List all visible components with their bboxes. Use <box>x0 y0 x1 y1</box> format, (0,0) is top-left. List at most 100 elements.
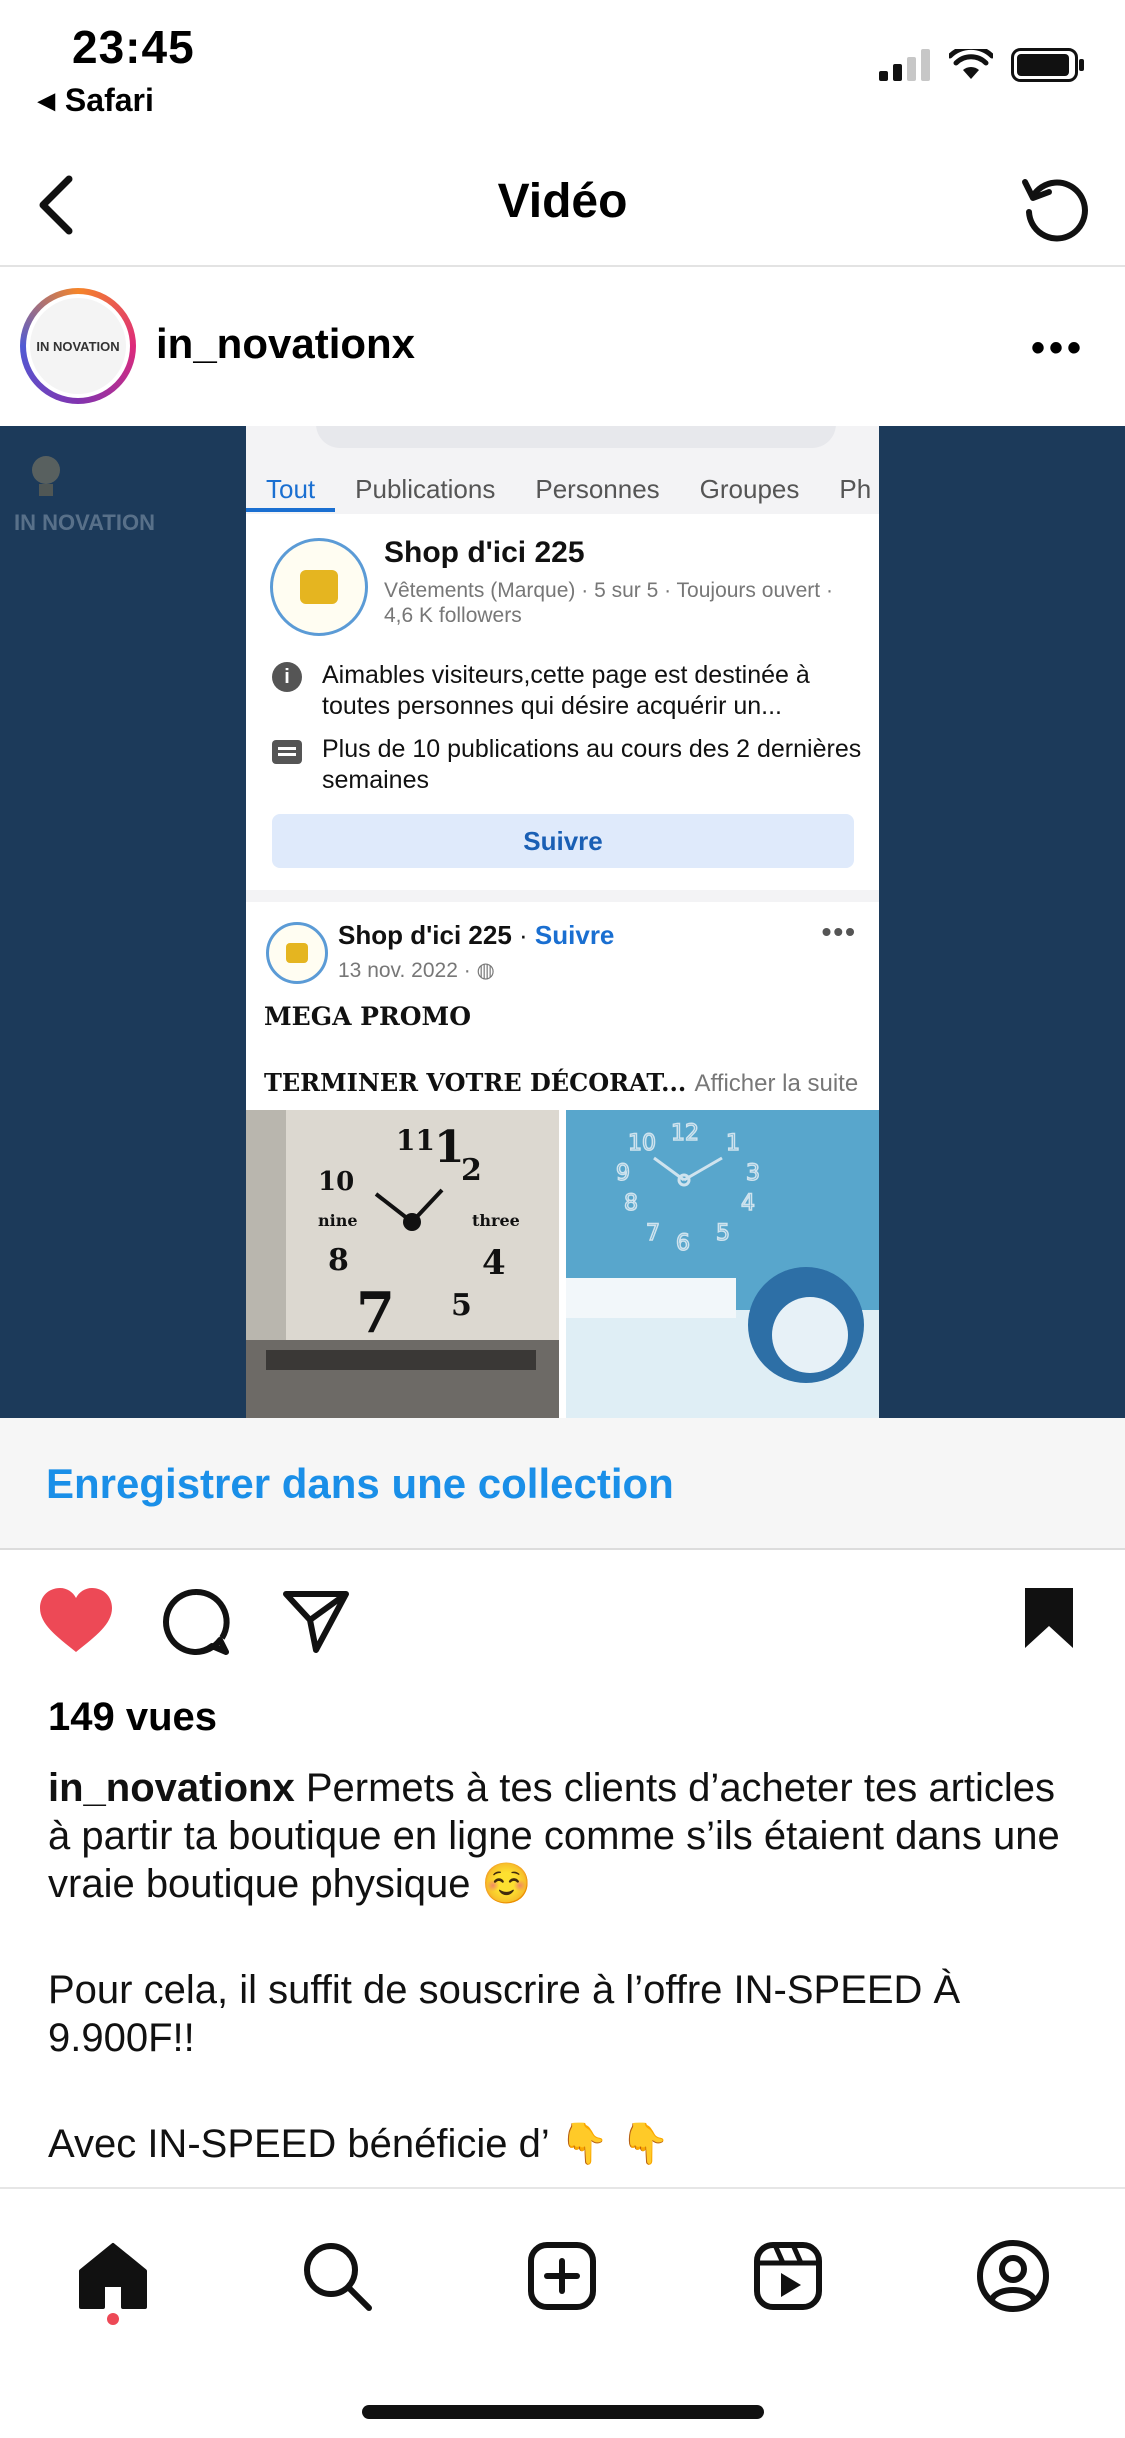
home-indicator <box>362 2405 764 2419</box>
fb-tab-tout: Tout <box>246 454 336 512</box>
fb-info-row-about: i Aimables visiteurs,cette page est dest… <box>272 660 862 722</box>
svg-text:10: 10 <box>318 1167 354 1197</box>
fb-post: Shop d'ici 225 · Suivre 13 nov. 2022 · ◍… <box>246 902 879 1418</box>
svg-text:4: 4 <box>741 1191 755 1216</box>
shopping-bag-icon <box>286 943 308 963</box>
wall-clock-photo-blue: 12 3 6 9 1 4 5 7 8 10 <box>566 1110 879 1418</box>
share-button[interactable] <box>280 1586 352 1663</box>
svg-text:12: 12 <box>671 1121 699 1146</box>
tab-profile[interactable] <box>968 2231 1058 2321</box>
wall-clock-photo-beige: 11 1 2 10 nine three 8 4 7 5 <box>246 1110 559 1418</box>
fb-post-line: TERMINER VOTRE DÉCORAT... <box>264 1068 687 1097</box>
fb-post-follow: Suivre <box>534 920 615 950</box>
svg-text:three: three <box>472 1211 520 1230</box>
view-count: 149 vues <box>48 1695 218 1739</box>
tab-create[interactable] <box>517 2231 607 2321</box>
bookmark-icon <box>1025 1588 1073 1648</box>
tab-search[interactable] <box>292 2231 382 2321</box>
notification-dot <box>107 2313 119 2325</box>
shopping-bag-icon <box>300 570 338 604</box>
save-to-collection-link[interactable]: Enregistrer dans une collection <box>46 1460 674 1508</box>
post-header: IN NOVATION in_novationx ••• <box>0 268 1125 426</box>
comment-icon <box>163 1588 230 1655</box>
save-collection-bar: Enregistrer dans une collection <box>0 1418 1125 1550</box>
home-icon <box>79 2243 147 2309</box>
svg-text:5: 5 <box>716 1221 730 1246</box>
post-username[interactable]: in_novationx <box>156 320 415 368</box>
fb-post-date-line: 13 nov. 2022 · ◍ <box>338 958 495 983</box>
fb-info-row-posts: Plus de 10 publications au cours des 2 d… <box>272 734 862 796</box>
battery-icon <box>1011 48 1084 82</box>
svg-text:7: 7 <box>356 1280 395 1346</box>
svg-text:nine: nine <box>318 1211 358 1230</box>
back-to-safari[interactable]: ◀ Safari <box>38 82 154 119</box>
page-title: Vidéo <box>497 175 628 228</box>
fb-follow-button: Suivre <box>272 814 854 868</box>
search-icon <box>304 2243 372 2311</box>
shop-logo <box>270 538 368 636</box>
svg-text:6: 6 <box>676 1231 690 1256</box>
svg-text:2: 2 <box>461 1153 482 1188</box>
bookmark-button[interactable] <box>1021 1586 1077 1655</box>
fb-post-date: 13 nov. 2022 · <box>338 959 477 982</box>
fb-post-more-icon: ••• <box>821 916 857 947</box>
svg-text:8: 8 <box>624 1191 638 1216</box>
like-button[interactable] <box>36 1586 116 1661</box>
tab-reels[interactable] <box>743 2231 833 2321</box>
refresh-icon <box>1022 179 1088 242</box>
fb-info-text: Plus de 10 publications au cours des 2 d… <box>322 735 862 794</box>
svg-text:7: 7 <box>646 1221 660 1246</box>
fb-post-title: MEGA PROMO <box>264 1002 471 1031</box>
svg-text:3: 3 <box>746 1161 760 1186</box>
svg-text:10: 10 <box>628 1131 656 1156</box>
fb-tab-personnes: Personnes <box>535 474 660 504</box>
posts-icon <box>272 740 302 764</box>
status-time: 23:45 <box>72 21 195 73</box>
nav-bar: Vidéo <box>0 150 1125 267</box>
fb-post-see-more: Afficher la suite <box>694 1070 859 1097</box>
fb-page-name: Shop d'ici 225 <box>384 536 585 569</box>
svg-text:5: 5 <box>451 1288 472 1323</box>
bottom-tab-bar <box>0 2187 1125 2438</box>
avatar[interactable]: IN NOVATION <box>20 288 136 404</box>
wifi-icon <box>949 49 993 79</box>
caption-paragraph: in_novationx Permets à tes clients d’ach… <box>48 1764 1088 1908</box>
heart-icon <box>40 1588 112 1652</box>
fb-post-avatar <box>266 922 328 984</box>
status-icons <box>879 48 1085 82</box>
fb-page-meta: Vêtements (Marque) · 5 sur 5 · Toujours … <box>384 579 833 627</box>
fb-search-field <box>316 426 836 448</box>
fb-tab-publications: Publications <box>355 474 496 504</box>
watermark-text: IN NOVATION <box>14 510 155 535</box>
lightbulb-icon <box>32 456 60 496</box>
signal-icon <box>879 49 930 81</box>
svg-text:4: 4 <box>482 1243 506 1283</box>
svg-text:9: 9 <box>616 1161 630 1186</box>
tab-home[interactable] <box>68 2231 158 2321</box>
post-caption: in_novationx Permets à tes clients d’ach… <box>48 1764 1088 2226</box>
fb-post-author: Shop d'ici 225 <box>338 920 512 950</box>
post-actions <box>0 1560 1125 1670</box>
reels-icon <box>754 2242 822 2310</box>
svg-text:1: 1 <box>726 1131 740 1156</box>
fb-page-card: Shop d'ici 225 Vêtements (Marque) · 5 su… <box>246 514 879 890</box>
refresh-button[interactable] <box>1009 162 1099 252</box>
more-options-button[interactable]: ••• <box>1031 326 1085 371</box>
svg-text:8: 8 <box>328 1243 349 1278</box>
fb-tab-photos: Ph <box>839 474 872 504</box>
globe-icon: ◍ <box>476 959 495 982</box>
video-player[interactable]: IN NOVATION Tout Publications Personnes … <box>0 426 1125 1418</box>
fb-tab-groupes: Groupes <box>699 474 800 504</box>
fb-post-author-line: Shop d'ici 225 · Suivre <box>338 920 615 950</box>
fb-info-text: Aimables visiteurs,cette page est destin… <box>322 661 810 720</box>
paper-plane-icon <box>283 1591 349 1653</box>
caption-paragraph: Pour cela, il suffit de souscrire à l’of… <box>48 1968 961 2060</box>
info-icon: i <box>272 662 302 692</box>
profile-icon <box>977 2240 1049 2312</box>
clock-image: 12 3 6 9 1 4 5 7 8 10 <box>566 1110 879 1418</box>
comment-button[interactable] <box>160 1586 232 1663</box>
back-app-label: Safari <box>64 82 154 118</box>
fb-search-tabs: Tout Publications Personnes Groupes Ph <box>246 454 879 512</box>
caption-username[interactable]: in_novationx <box>48 1766 295 1810</box>
svg-text:11: 11 <box>396 1124 435 1157</box>
